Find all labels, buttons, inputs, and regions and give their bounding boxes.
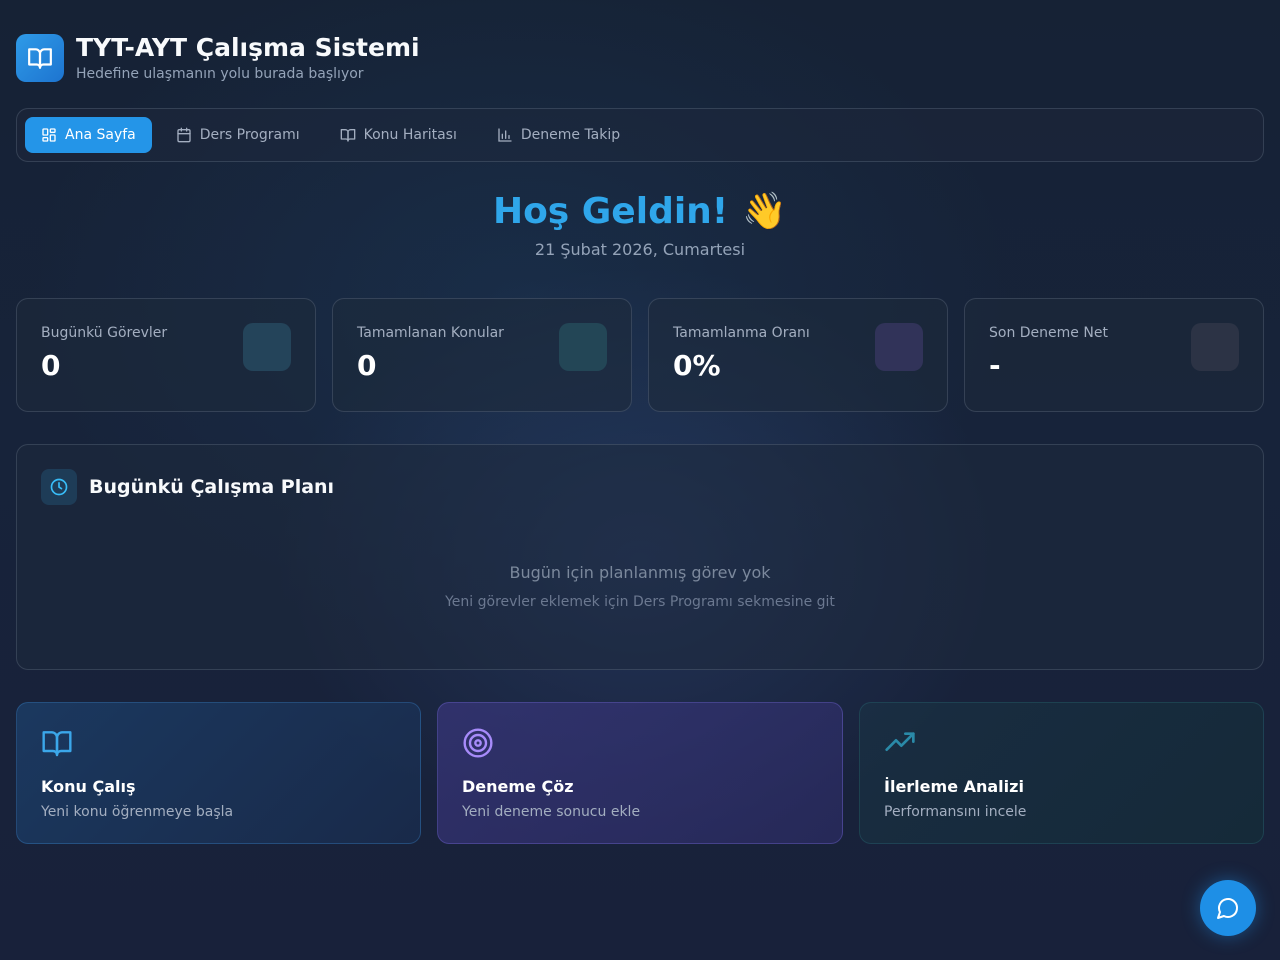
chat-button[interactable] <box>1200 880 1256 936</box>
action-description: Performansını incele <box>884 804 1027 820</box>
tab-ders-programi[interactable]: Ders Programı <box>160 117 316 153</box>
plan-title: Bugünkü Çalışma Planı <box>89 476 335 498</box>
waving-hand-emoji: 👋 <box>742 191 788 232</box>
book-open-icon <box>28 48 52 69</box>
clock-icon <box>50 478 68 496</box>
trending-up-icon <box>885 732 915 751</box>
tab-label: Ders Programı <box>199 127 300 143</box>
stat-card-tamamlanma-orani: Tamamlanma Oranı 0% <box>648 298 948 412</box>
book-open-icon <box>340 129 355 142</box>
tab-label: Deneme Takip <box>520 127 621 143</box>
logo <box>16 34 64 82</box>
action-description: Yeni konu öğrenmeye başla <box>41 804 234 820</box>
target-icon <box>463 728 493 758</box>
current-date: 21 Şubat 2026, Cumartesi <box>534 240 746 259</box>
stat-icon-placeholder <box>243 323 291 371</box>
welcome-section: Hoş Geldin! 👋 21 Şubat 2026, Cumartesi <box>0 190 1280 260</box>
main-nav: Ana Sayfa Ders Programı Konu Haritası De… <box>16 108 1264 162</box>
action-title: Konu Çalış <box>41 777 136 796</box>
stat-icon-placeholder <box>875 323 923 371</box>
action-title: İlerleme Analizi <box>884 777 1024 796</box>
stats-row: Bugünkü Görevler 0 Tamamlanan Konular 0 … <box>16 298 1264 412</box>
tab-ana-sayfa[interactable]: Ana Sayfa <box>25 117 152 153</box>
app-title: TYT-AYT Çalışma Sistemi <box>76 33 420 62</box>
stat-card-son-deneme-net: Son Deneme Net - <box>964 298 1264 412</box>
tab-label: Ana Sayfa <box>65 127 136 143</box>
dashboard-icon <box>42 128 56 142</box>
stat-icon-placeholder <box>1191 323 1239 371</box>
empty-hint: Yeni görevler eklemek için Ders Programı… <box>445 594 835 610</box>
tab-konu-haritasi[interactable]: Konu Haritası <box>324 117 473 153</box>
tab-label: Konu Haritası <box>363 127 457 143</box>
book-open-icon <box>42 731 72 757</box>
app-subtitle: Hedefine ulaşmanın yolu burada başlıyor <box>76 66 364 82</box>
chat-bubble-icon <box>1217 898 1238 919</box>
bar-chart-icon <box>498 128 512 142</box>
todays-plan-panel: Bugünkü Çalışma Planı Bugün için planlan… <box>16 444 1264 670</box>
quick-actions: Konu Çalış Yeni konu öğrenmeye başla Den… <box>16 702 1264 844</box>
action-konu-calis[interactable]: Konu Çalış Yeni konu öğrenmeye başla <box>16 702 421 844</box>
empty-message: Bugün için planlanmış görev yok <box>509 563 771 582</box>
action-ilerleme-analizi[interactable]: İlerleme Analizi Performansını incele <box>859 702 1264 844</box>
stat-icon-placeholder <box>559 323 607 371</box>
tab-deneme-takip[interactable]: Deneme Takip <box>481 117 636 153</box>
action-deneme-coz[interactable]: Deneme Çöz Yeni deneme sonucu ekle <box>437 702 843 844</box>
plan-icon-box <box>41 469 77 505</box>
welcome-title: Hoş Geldin! <box>492 190 729 232</box>
app-header: TYT-AYT Çalışma Sistemi Hedefine ulaşman… <box>16 34 420 82</box>
action-title: Deneme Çöz <box>462 777 574 796</box>
stat-card-bugunku-gorevler: Bugünkü Görevler 0 <box>16 298 316 412</box>
action-description: Yeni deneme sonucu ekle <box>462 804 641 820</box>
calendar-icon <box>177 127 191 143</box>
plan-empty-state: Bugün için planlanmış görev yok Yeni gör… <box>17 563 1263 610</box>
stat-card-tamamlanan-konular: Tamamlanan Konular 0 <box>332 298 632 412</box>
